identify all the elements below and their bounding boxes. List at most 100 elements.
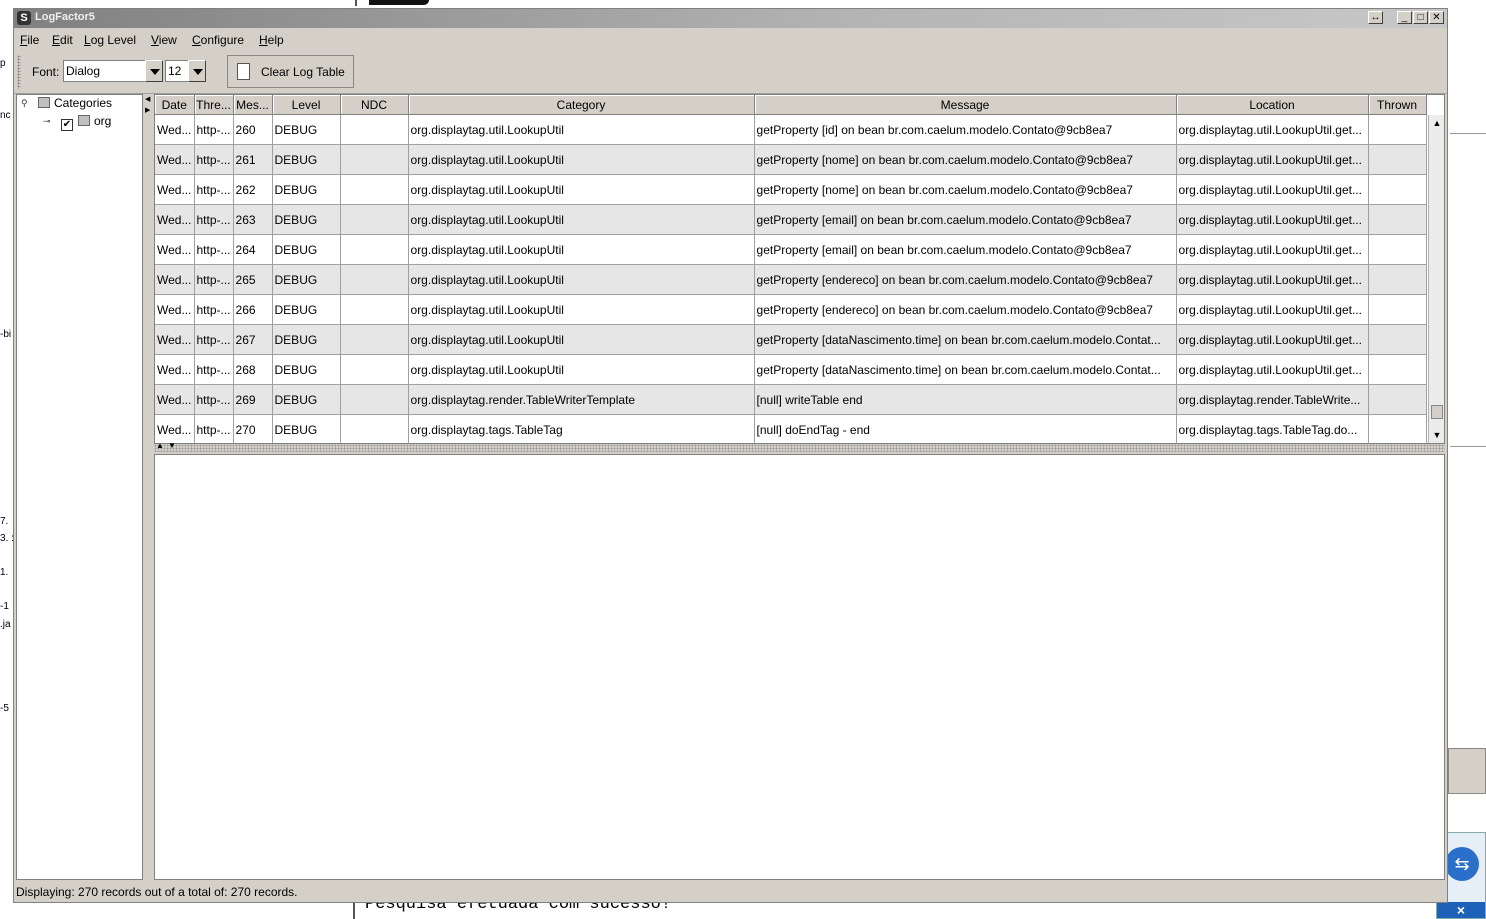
message-detail-pane[interactable] <box>154 454 1445 880</box>
font-family-dropdown-icon[interactable] <box>145 60 163 82</box>
table-row[interactable]: Wed... http-... 269 DEBUG org.displaytag.ren… <box>155 384 1427 415</box>
cell-ndc[interactable] <box>340 354 409 385</box>
cell-message-number[interactable]: 262 <box>233 174 273 205</box>
cell-thread[interactable]: http-... <box>194 174 234 205</box>
cell-location[interactable]: org.displaytag.util.LookupUtil.get... <box>1176 264 1369 295</box>
column-header-ndc[interactable]: NDC <box>340 95 409 115</box>
cell-ndc[interactable] <box>340 174 409 205</box>
column-header-category[interactable]: Category <box>408 95 755 115</box>
cell-date[interactable]: Wed... <box>155 204 195 235</box>
cell-thread[interactable]: http-... <box>194 414 234 443</box>
cell-location[interactable]: org.displaytag.util.LookupUtil.get... <box>1176 204 1369 235</box>
cell-thread[interactable]: http-... <box>194 354 234 385</box>
menu-log-level[interactable]: Log Level <box>84 33 136 47</box>
cell-thrown[interactable] <box>1368 294 1427 325</box>
cell-ndc[interactable] <box>340 294 409 325</box>
cell-ndc[interactable] <box>340 234 409 265</box>
table-row[interactable]: Wed... http-... 261 DEBUG org.displaytag.uti… <box>155 144 1427 175</box>
cell-level[interactable]: DEBUG <box>272 354 341 385</box>
cell-thrown[interactable] <box>1368 174 1427 205</box>
cell-date[interactable]: Wed... <box>155 114 195 145</box>
cell-thread[interactable]: http-... <box>194 384 234 415</box>
cell-thrown[interactable] <box>1368 204 1427 235</box>
cell-thrown[interactable] <box>1368 354 1427 385</box>
table-vertical-scrollbar[interactable]: ▲ ▼ <box>1428 115 1444 443</box>
cell-date[interactable]: Wed... <box>155 174 195 205</box>
cell-thread[interactable]: http-... <box>194 234 234 265</box>
cell-message[interactable]: getProperty [nome] on bean br.com.caelum… <box>754 174 1177 205</box>
cell-level[interactable]: DEBUG <box>272 144 341 175</box>
cell-category[interactable]: org.displaytag.util.LookupUtil <box>408 114 755 145</box>
font-size-dropdown-icon[interactable] <box>188 60 206 82</box>
cell-level[interactable]: DEBUG <box>272 414 341 443</box>
cell-message-number[interactable]: 265 <box>233 264 273 295</box>
clear-log-table-button[interactable]: Clear Log Table <box>227 55 354 88</box>
cell-message[interactable]: getProperty [email] on bean br.com.caelu… <box>754 234 1177 265</box>
scroll-up-arrow-icon[interactable]: ▲ <box>1429 115 1444 131</box>
expand-right-arrow-icon[interactable]: ▶ <box>145 106 150 114</box>
tree-expand-handle-icon[interactable]: ⚲ <box>21 98 28 109</box>
minimize-button[interactable]: _ <box>1397 11 1412 24</box>
cell-message[interactable]: getProperty [endereco] on bean br.com.ca… <box>754 264 1177 295</box>
close-button[interactable]: ✕ <box>1429 11 1444 24</box>
menu-view[interactable]: View <box>151 33 177 47</box>
table-row[interactable]: Wed... http-... 265 DEBUG org.displaytag.uti… <box>155 264 1427 295</box>
tree-node-org[interactable]: ✔ org <box>61 114 111 131</box>
teamviewer-logo-icon[interactable]: ⇆ <box>1445 847 1479 881</box>
cell-date[interactable]: Wed... <box>155 414 195 443</box>
collapse-left-arrow-icon[interactable]: ◀ <box>145 95 150 103</box>
cell-category[interactable]: org.displaytag.util.LookupUtil <box>408 264 755 295</box>
scroll-down-arrow-icon[interactable]: ▼ <box>1429 427 1444 443</box>
cell-date[interactable]: Wed... <box>155 144 195 175</box>
cell-thread[interactable]: http-... <box>194 144 234 175</box>
cell-thrown[interactable] <box>1368 414 1427 443</box>
cell-message-number[interactable]: 266 <box>233 294 273 325</box>
table-row[interactable]: Wed... http-... 263 DEBUG org.displaytag.uti… <box>155 204 1427 235</box>
cell-date[interactable]: Wed... <box>155 384 195 415</box>
cell-message-number[interactable]: 260 <box>233 114 273 145</box>
teamviewer-close-icon[interactable]: × <box>1437 902 1485 918</box>
cell-level[interactable]: DEBUG <box>272 324 341 355</box>
split-up-arrow-icon[interactable]: ▲ <box>156 441 164 450</box>
cell-thread[interactable]: http-... <box>194 294 234 325</box>
table-row[interactable]: Wed... http-... 267 DEBUG org.displaytag.uti… <box>155 324 1427 355</box>
cell-location[interactable]: org.displaytag.tags.TableTag.do... <box>1176 414 1369 443</box>
cell-location[interactable]: org.displaytag.render.TableWrite... <box>1176 384 1369 415</box>
cell-location[interactable]: org.displaytag.util.LookupUtil.get... <box>1176 114 1369 145</box>
cell-message[interactable]: getProperty [dataNascimento.time] on bea… <box>754 324 1177 355</box>
column-header-message-number[interactable]: Mes... <box>233 95 273 115</box>
cell-thrown[interactable] <box>1368 264 1427 295</box>
column-header-location[interactable]: Location <box>1176 95 1369 115</box>
cell-message-number[interactable]: 264 <box>233 234 273 265</box>
cell-category[interactable]: org.displaytag.util.LookupUtil <box>408 324 755 355</box>
maximize-button[interactable]: □ <box>1413 11 1428 24</box>
table-row[interactable]: Wed... http-... 260 DEBUG org.displaytag.uti… <box>155 114 1427 145</box>
toolbar-grip-icon[interactable] <box>17 55 21 89</box>
cell-ndc[interactable] <box>340 324 409 355</box>
cell-location[interactable]: org.displaytag.util.LookupUtil.get... <box>1176 354 1369 385</box>
cell-location[interactable]: org.displaytag.util.LookupUtil.get... <box>1176 174 1369 205</box>
cell-ndc[interactable] <box>340 114 409 145</box>
horizontal-splitter[interactable]: ▲ ▼ <box>154 441 1445 452</box>
cell-location[interactable]: org.displaytag.util.LookupUtil.get... <box>1176 234 1369 265</box>
column-header-thread[interactable]: Thre... <box>194 95 234 115</box>
restore-size-button[interactable]: ↔ <box>1368 11 1383 24</box>
cell-level[interactable]: DEBUG <box>272 174 341 205</box>
cell-message-number[interactable]: 270 <box>233 414 273 443</box>
title-bar[interactable]: S LogFactor5 ↔ _ □ ✕ <box>14 9 1447 28</box>
menu-edit[interactable]: Edit <box>52 33 73 47</box>
cell-location[interactable]: org.displaytag.util.LookupUtil.get... <box>1176 294 1369 325</box>
cell-message[interactable]: getProperty [endereco] on bean br.com.ca… <box>754 294 1177 325</box>
cell-message[interactable]: getProperty [nome] on bean br.com.caelum… <box>754 144 1177 175</box>
cell-location[interactable]: org.displaytag.util.LookupUtil.get... <box>1176 144 1369 175</box>
table-row[interactable]: Wed... http-... 264 DEBUG org.displaytag.uti… <box>155 234 1427 265</box>
column-header-message[interactable]: Message <box>754 95 1177 115</box>
cell-message[interactable]: getProperty [dataNascimento.time] on bea… <box>754 354 1177 385</box>
cell-category[interactable]: org.displaytag.util.LookupUtil <box>408 294 755 325</box>
cell-message-number[interactable]: 268 <box>233 354 273 385</box>
table-row[interactable]: Wed... http-... 268 DEBUG org.displaytag.uti… <box>155 354 1427 385</box>
cell-ndc[interactable] <box>340 414 409 443</box>
cell-date[interactable]: Wed... <box>155 294 195 325</box>
column-header-date[interactable]: Date <box>155 95 195 115</box>
org-checkbox[interactable]: ✔ <box>61 119 73 131</box>
